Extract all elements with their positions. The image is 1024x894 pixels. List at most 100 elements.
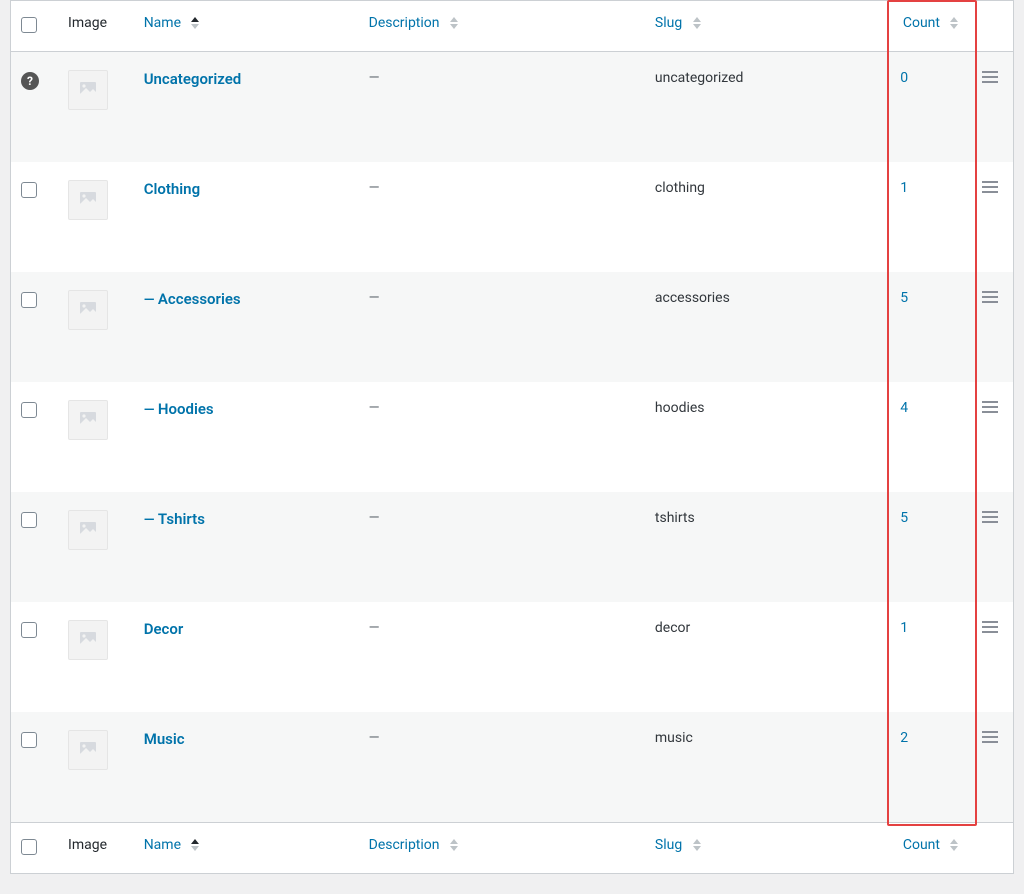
count-link[interactable]: 4 xyxy=(900,400,908,416)
select-all-checkbox[interactable] xyxy=(21,17,37,33)
row-slug-cell: tshirts xyxy=(645,492,890,602)
header-count-label: Count xyxy=(903,15,940,31)
header-checkbox-cell[interactable] xyxy=(11,1,58,52)
row-select-cell[interactable] xyxy=(11,602,58,712)
row-actions-cell[interactable] xyxy=(972,382,1013,492)
category-name-link[interactable]: Decor xyxy=(144,620,184,638)
indent-marker: — xyxy=(144,512,158,528)
header-description[interactable]: Description xyxy=(359,1,645,52)
row-description-cell: — xyxy=(359,52,645,163)
count-link[interactable]: 0 xyxy=(900,70,908,86)
category-name-link[interactable]: Music xyxy=(144,730,185,748)
row-select-cell[interactable] xyxy=(11,272,58,382)
table-row: — Accessories—accessories5 xyxy=(11,272,1013,382)
sort-icon xyxy=(190,839,200,851)
row-actions-cell[interactable] xyxy=(972,272,1013,382)
table-header: Image Name Description xyxy=(11,1,1013,52)
category-name-link[interactable]: Uncategorized xyxy=(144,70,242,88)
sort-icon xyxy=(949,17,959,29)
footer-description-label: Description xyxy=(369,837,440,853)
row-checkbox[interactable] xyxy=(21,732,37,748)
placeholder-image-icon xyxy=(68,400,108,440)
row-count-cell: 0 xyxy=(890,52,972,163)
row-actions-cell[interactable] xyxy=(972,602,1013,712)
row-checkbox[interactable] xyxy=(21,292,37,308)
count-link[interactable]: 5 xyxy=(900,510,908,526)
header-count[interactable]: Count xyxy=(890,1,972,52)
category-name-link[interactable]: Tshirts xyxy=(158,510,205,528)
footer-actions xyxy=(972,823,1013,874)
table-footer: Image Name Description xyxy=(11,823,1013,874)
row-select-cell[interactable]: ? xyxy=(11,52,58,163)
row-checkbox[interactable] xyxy=(21,402,37,418)
footer-checkbox-cell[interactable] xyxy=(11,823,58,874)
category-name-link[interactable]: Hoodies xyxy=(158,400,214,418)
category-name-link[interactable]: Clothing xyxy=(144,180,200,198)
row-count-cell: 4 xyxy=(890,382,972,492)
help-icon[interactable]: ? xyxy=(21,72,39,90)
row-name-cell: — Tshirts xyxy=(134,492,359,602)
header-image: Image xyxy=(58,1,134,52)
more-actions-icon[interactable] xyxy=(982,512,998,528)
slug-text: hoodies xyxy=(655,400,705,416)
count-link[interactable]: 5 xyxy=(900,290,908,306)
header-image-label: Image xyxy=(68,15,107,31)
row-actions-cell[interactable] xyxy=(972,492,1013,602)
description-text: — xyxy=(369,70,380,86)
sort-icon xyxy=(949,839,959,851)
footer-slug[interactable]: Slug xyxy=(645,823,890,874)
header-slug[interactable]: Slug xyxy=(645,1,890,52)
row-actions-cell[interactable] xyxy=(972,712,1013,823)
row-checkbox[interactable] xyxy=(21,182,37,198)
row-count-cell: 1 xyxy=(890,162,972,272)
count-link[interactable]: 1 xyxy=(900,180,908,196)
description-text: — xyxy=(369,510,380,526)
footer-name-label: Name xyxy=(144,837,181,853)
footer-count[interactable]: Count xyxy=(890,823,972,874)
more-actions-icon[interactable] xyxy=(982,402,998,418)
footer-name[interactable]: Name xyxy=(134,823,359,874)
slug-text: tshirts xyxy=(655,510,695,526)
slug-text: decor xyxy=(655,620,690,636)
row-count-cell: 1 xyxy=(890,602,972,712)
row-description-cell: — xyxy=(359,602,645,712)
row-select-cell[interactable] xyxy=(11,712,58,823)
row-actions-cell[interactable] xyxy=(972,162,1013,272)
description-text: — xyxy=(369,620,380,636)
row-slug-cell: clothing xyxy=(645,162,890,272)
row-select-cell[interactable] xyxy=(11,382,58,492)
row-description-cell: — xyxy=(359,712,645,823)
row-name-cell: Music xyxy=(134,712,359,823)
footer-image: Image xyxy=(58,823,134,874)
table-row: Decor — decor 1 xyxy=(11,602,1013,712)
category-name-link[interactable]: Accessories xyxy=(158,290,241,308)
more-actions-icon[interactable] xyxy=(982,622,998,638)
row-name-cell: Uncategorized xyxy=(134,52,359,163)
count-link[interactable]: 1 xyxy=(900,620,908,636)
header-actions xyxy=(972,1,1013,52)
row-description-cell: — xyxy=(359,492,645,602)
select-all-checkbox-footer[interactable] xyxy=(21,839,37,855)
row-checkbox[interactable] xyxy=(21,622,37,638)
row-select-cell[interactable] xyxy=(11,492,58,602)
slug-text: music xyxy=(655,730,693,746)
row-name-cell: Decor xyxy=(134,602,359,712)
indent-marker: — xyxy=(144,402,158,418)
more-actions-icon[interactable] xyxy=(982,732,998,748)
placeholder-image-icon xyxy=(68,70,108,110)
row-checkbox[interactable] xyxy=(21,512,37,528)
placeholder-image-icon xyxy=(68,180,108,220)
row-actions-cell[interactable] xyxy=(972,52,1013,163)
count-link[interactable]: 2 xyxy=(900,730,908,746)
header-name[interactable]: Name xyxy=(134,1,359,52)
row-name-cell: — Hoodies xyxy=(134,382,359,492)
more-actions-icon[interactable] xyxy=(982,72,998,88)
header-description-label: Description xyxy=(369,15,440,31)
slug-text: clothing xyxy=(655,180,705,196)
sort-icon xyxy=(449,839,459,851)
row-slug-cell: hoodies xyxy=(645,382,890,492)
more-actions-icon[interactable] xyxy=(982,292,998,308)
row-select-cell[interactable] xyxy=(11,162,58,272)
more-actions-icon[interactable] xyxy=(982,182,998,198)
footer-description[interactable]: Description xyxy=(359,823,645,874)
